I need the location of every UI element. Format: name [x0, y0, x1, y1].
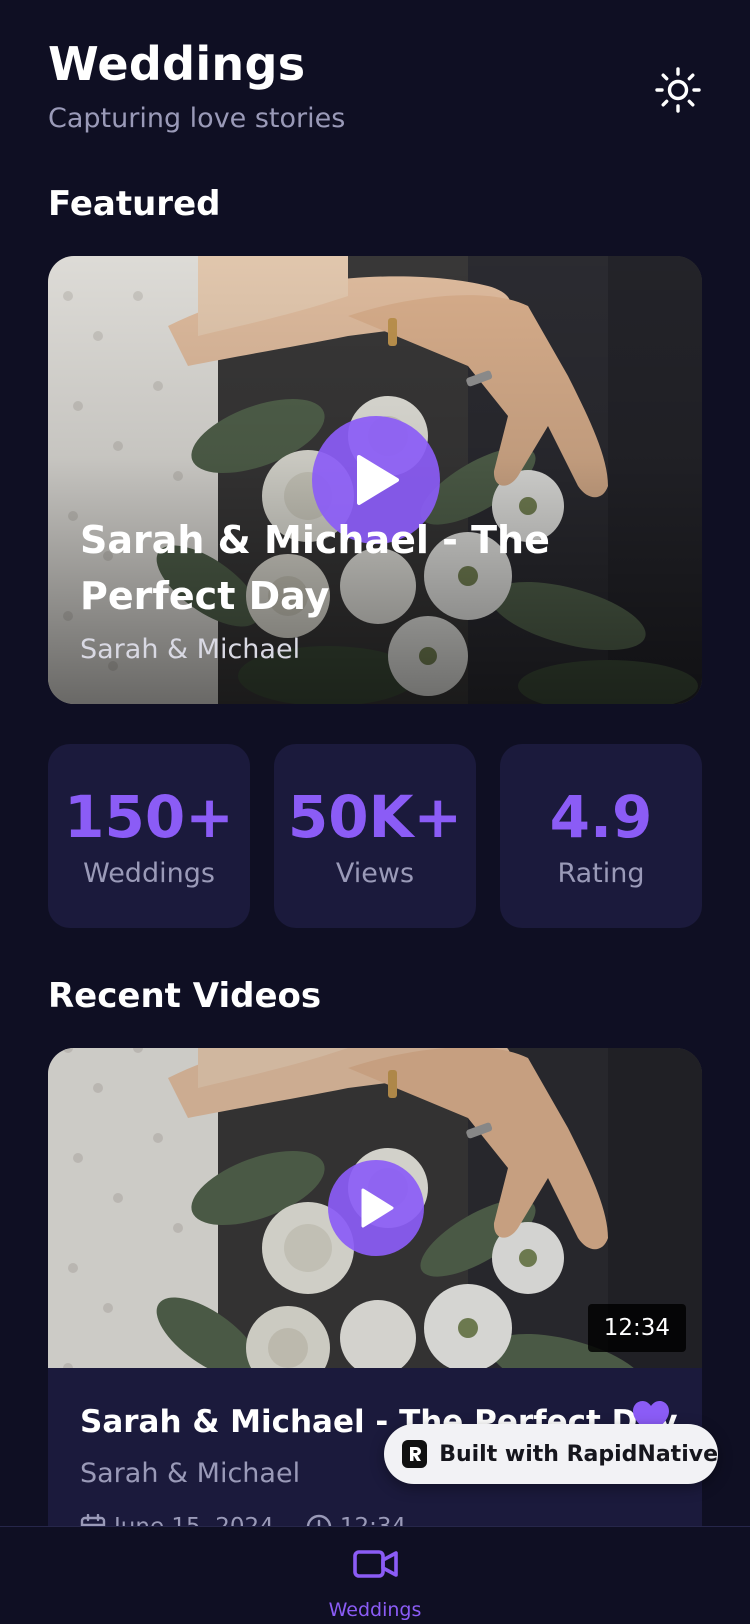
app-screen: Weddings Capturing love stories Featured: [0, 0, 750, 1624]
sun-icon: [655, 67, 701, 113]
theme-toggle-button[interactable]: [654, 66, 702, 114]
stat-card-rating: 4.9 Rating: [500, 744, 702, 928]
featured-couple: Sarah & Michael: [80, 634, 301, 665]
page-title: Weddings: [48, 37, 306, 91]
badge-label: Built with RapidNative: [439, 1441, 718, 1467]
stat-label: Weddings: [83, 858, 215, 889]
stat-value: 4.9: [549, 783, 653, 851]
stats-row: 150+ Weddings 50K+ Views 4.9 Rating: [48, 744, 702, 928]
featured-section-title: Featured: [48, 184, 221, 224]
stat-card-views: 50K+ Views: [274, 744, 476, 928]
stat-value: 50K+: [287, 783, 463, 851]
stat-label: Views: [335, 858, 415, 889]
video-couple: Sarah & Michael: [80, 1458, 301, 1489]
built-with-badge[interactable]: Built with RapidNative: [384, 1424, 718, 1484]
rapidnative-logo-icon: [402, 1440, 428, 1468]
tab-label: Weddings: [328, 1599, 422, 1621]
page-subtitle: Capturing love stories: [48, 103, 346, 134]
tab-weddings[interactable]: Weddings: [315, 1527, 435, 1624]
recent-videos-section-title: Recent Videos: [48, 976, 322, 1016]
play-icon: [361, 1188, 394, 1228]
featured-title: Sarah & Michael - The Perfect Day: [80, 518, 550, 618]
stat-value: 150+: [64, 783, 234, 851]
video-card[interactable]: 12:34 Sarah & Michael - The Perfect Day …: [48, 1048, 702, 1608]
duration-badge: 12:34: [587, 1304, 686, 1352]
video-play-button[interactable]: [328, 1160, 424, 1256]
stat-card-weddings: 150+ Weddings: [48, 744, 250, 928]
video-camera-icon: [353, 1550, 398, 1578]
stat-label: Rating: [557, 858, 645, 889]
bottom-tab-bar: Weddings: [0, 1526, 750, 1624]
featured-video-card[interactable]: Sarah & Michael - The Perfect Day Sarah …: [48, 256, 702, 704]
play-icon: [357, 455, 399, 505]
header: Weddings Capturing love stories: [48, 36, 702, 146]
